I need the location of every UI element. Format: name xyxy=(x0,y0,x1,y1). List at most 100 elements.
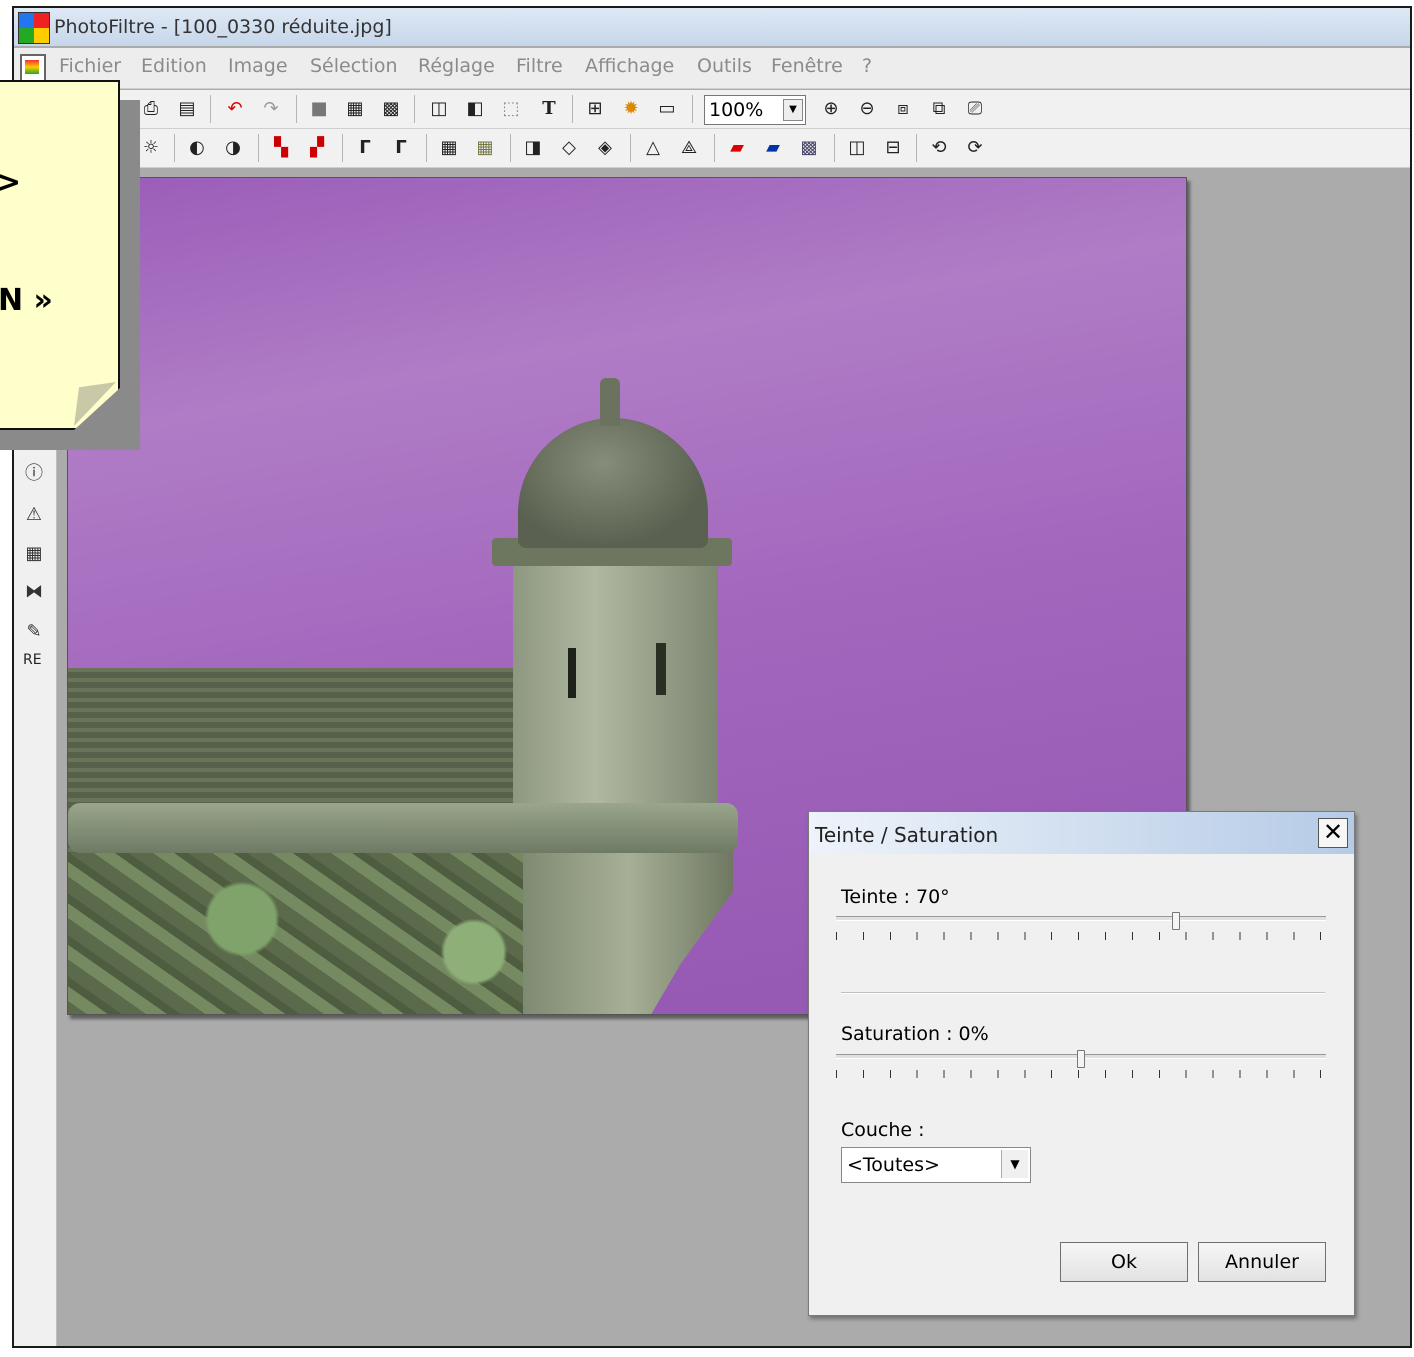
menu-outils[interactable]: Outils xyxy=(697,55,752,77)
chevron-down-icon[interactable]: ▼ xyxy=(783,99,803,121)
photofiltre-app-icon[interactable] xyxy=(18,12,50,44)
mosaic-icon[interactable]: ▦ xyxy=(19,540,49,568)
automation-icon[interactable]: ✹ xyxy=(618,96,644,122)
text-tool-icon[interactable]: T xyxy=(536,96,562,122)
redo-icon[interactable]: ↷ xyxy=(258,96,284,122)
scan-icon[interactable]: ▤ xyxy=(174,96,200,122)
chevron-down-icon[interactable]: ▼ xyxy=(1001,1150,1028,1178)
document-icon[interactable] xyxy=(20,54,46,84)
sharpen-tool-icon[interactable]: ⚠ xyxy=(19,501,49,529)
toolbar-separator xyxy=(834,134,835,162)
hue-track xyxy=(836,916,1326,921)
title-bar: PhotoFiltre - [100_0330 réduite.jpg] xyxy=(14,8,1410,46)
saturation-minus-icon[interactable]: ▚ xyxy=(268,135,294,161)
arrow-slit xyxy=(656,643,666,695)
undo-icon[interactable]: ↶ xyxy=(222,96,248,122)
blur-more-icon[interactable]: ◈ xyxy=(592,135,618,161)
toolbar-separator xyxy=(916,134,917,162)
window-icon[interactable]: ▭ xyxy=(654,96,680,122)
canvas-size-icon[interactable]: ◧ xyxy=(462,96,488,122)
toolbar-separator xyxy=(714,134,715,162)
zoom-out-icon[interactable]: ⊖ xyxy=(854,96,880,122)
crop-icon[interactable]: ⬚ xyxy=(498,96,524,122)
flip-vertical-icon[interactable]: ⊟ xyxy=(880,135,906,161)
note-text: > xyxy=(0,165,22,200)
print-icon[interactable]: ⎙ xyxy=(138,96,164,122)
menu-reglage[interactable]: Réglage xyxy=(418,55,495,77)
image-transform-icon[interactable]: ▩ xyxy=(796,135,822,161)
tower-finial xyxy=(600,378,620,426)
brightness-icon[interactable]: ☼ xyxy=(138,135,164,161)
grey-square-icon[interactable]: ■ xyxy=(306,96,332,122)
contrast-minus-icon[interactable]: ◐ xyxy=(184,135,210,161)
transparency-icon[interactable]: ▩ xyxy=(378,96,404,122)
toolbar-separator xyxy=(342,134,343,162)
menu-image[interactable]: Image xyxy=(228,55,288,77)
menu-edition[interactable]: Edition xyxy=(141,55,207,77)
sticky-note xyxy=(0,80,120,430)
info-icon[interactable]: ⓘ xyxy=(19,460,49,488)
saturation-ticks xyxy=(836,1070,1326,1078)
image-size-icon[interactable]: ◫ xyxy=(426,96,452,122)
gamma-minus-icon[interactable]: Γ xyxy=(352,135,378,161)
menu-help[interactable]: ? xyxy=(862,55,872,77)
menu-selection[interactable]: Sélection xyxy=(310,55,398,77)
color-grid-icon[interactable]: ▦ xyxy=(342,96,368,122)
menu-fichier[interactable]: Fichier xyxy=(59,55,121,77)
smudge-icon[interactable]: ✎ xyxy=(19,618,49,646)
gamma-plus-icon[interactable]: Γ xyxy=(388,135,414,161)
menu-fenetre[interactable]: Fenêtre xyxy=(771,55,843,77)
toolbar-separator xyxy=(510,134,511,162)
toolbar-separator xyxy=(692,95,693,123)
layer-select-value: <Toutes> xyxy=(847,1154,940,1176)
grayscale-icon[interactable]: ▦ xyxy=(436,135,462,161)
antialias-icon[interactable]: ◨ xyxy=(520,135,546,161)
fit-window-icon[interactable]: ⧉ xyxy=(926,96,952,122)
toolbar-separator xyxy=(630,134,631,162)
filter-toolbar: ☼ ◐ ◑ ▚ ▞ Γ Γ ▦ ▦ ◨ ◇ ◈ △ ⟁ ▰ ▰ ▩ ◫ ⊟ ⟲ … xyxy=(14,129,1410,168)
blur-icon[interactable]: ◇ xyxy=(556,135,582,161)
zoom-value: 100% xyxy=(709,99,764,121)
contrast-plus-icon[interactable]: ◑ xyxy=(220,135,246,161)
zoom-in-icon[interactable]: ⊕ xyxy=(818,96,844,122)
sharpen-icon[interactable]: △ xyxy=(640,135,666,161)
gradient-icon[interactable]: ▰ xyxy=(724,135,750,161)
menu-filtre[interactable]: Filtre xyxy=(516,55,563,77)
hue-slider[interactable] xyxy=(836,912,1326,952)
menu-bar: Fichier Edition Image Sélection Réglage … xyxy=(14,48,1410,89)
saturation-slider[interactable] xyxy=(836,1050,1326,1090)
sepia-icon[interactable]: ▦ xyxy=(472,135,498,161)
cancel-button[interactable]: Annuler xyxy=(1198,1242,1326,1282)
rotate-left-icon[interactable]: ⟲ xyxy=(926,135,952,161)
toolbar-separator xyxy=(426,134,427,162)
toolbar-separator xyxy=(296,95,297,123)
toolbar-separator xyxy=(414,95,415,123)
hue-saturation-dialog: Teinte / Saturation ✕ Teinte : 70° Satur… xyxy=(808,811,1355,1316)
mirror-icon[interactable]: ⧓ xyxy=(19,578,49,606)
saturation-plus-icon[interactable]: ▞ xyxy=(304,135,330,161)
toolbar-separator xyxy=(572,95,573,123)
layer-select[interactable]: <Toutes> ▼ xyxy=(841,1147,1031,1183)
note-text: N » xyxy=(0,283,53,318)
fullscreen-icon[interactable]: ⎚ xyxy=(962,96,988,122)
flip-horizontal-icon[interactable]: ◫ xyxy=(844,135,870,161)
zoom-select[interactable]: 100% ▼ xyxy=(704,95,806,125)
ok-button[interactable]: Ok xyxy=(1060,1242,1188,1282)
parapet xyxy=(68,803,738,853)
re-label: RE xyxy=(23,652,42,668)
explorer-icon[interactable]: ⊞ xyxy=(582,96,608,122)
hue-slider-thumb[interactable] xyxy=(1172,912,1181,930)
rotate-right-icon[interactable]: ⟳ xyxy=(962,135,988,161)
dialog-divider xyxy=(841,992,1325,994)
actual-size-icon[interactable]: ⧈ xyxy=(890,96,916,122)
toolbar-separator xyxy=(174,134,175,162)
saturation-label: Saturation : 0% xyxy=(841,1023,989,1045)
close-icon[interactable]: ✕ xyxy=(1318,818,1348,848)
gradient-blue-icon[interactable]: ▰ xyxy=(760,135,786,161)
dialog-title: Teinte / Saturation xyxy=(815,823,999,847)
hue-ticks xyxy=(836,932,1326,940)
menu-affichage[interactable]: Affichage xyxy=(585,55,674,77)
dialog-title-bar: Teinte / Saturation ✕ xyxy=(809,812,1354,854)
sharpen-more-icon[interactable]: ⟁ xyxy=(676,135,702,161)
saturation-slider-thumb[interactable] xyxy=(1077,1050,1085,1068)
